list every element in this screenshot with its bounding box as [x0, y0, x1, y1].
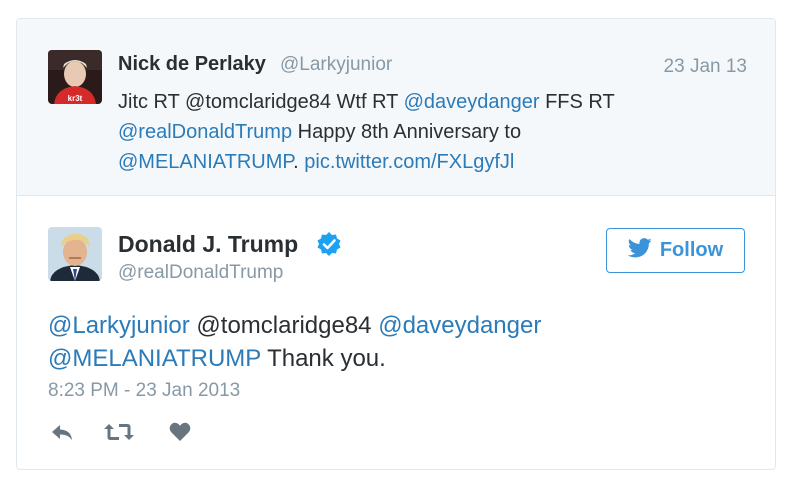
mention-link[interactable]: @daveydanger: [404, 91, 540, 113]
quoted-tweet-text: Jitc RT @tomclaridge84 Wtf RT @daveydang…: [118, 87, 718, 177]
quoted-date[interactable]: 23 Jan 13: [664, 56, 747, 78]
author-handle[interactable]: @realDonaldTrump: [118, 262, 283, 284]
author-avatar[interactable]: [48, 227, 102, 281]
twitter-bird-icon: [627, 237, 652, 264]
tweet-timestamp[interactable]: 8:23 PM - 23 Jan 2013: [48, 380, 240, 402]
quoted-author-handle[interactable]: @Larkyjunior: [280, 54, 392, 76]
tweet-text-part: @tomclaridge84: [189, 312, 379, 339]
quoted-text-part: Happy 8th Anniversary to: [292, 121, 522, 143]
tweet-text-part: Thank you.: [260, 345, 386, 372]
follow-button[interactable]: Follow: [606, 228, 745, 273]
mention-link[interactable]: @daveydanger: [378, 312, 541, 339]
reply-icon[interactable]: [50, 420, 74, 449]
mention-link[interactable]: @MELANIATRUMP: [118, 151, 293, 173]
tweet-text: @Larkyjunior @tomclaridge84 @daveydanger…: [48, 309, 728, 375]
avatar-jersey-text: kr3t: [68, 94, 83, 103]
quoted-text-part: .: [293, 151, 305, 173]
quoted-text-part: Jitc RT @tomclaridge84 Wtf RT: [118, 91, 404, 113]
mention-link[interactable]: @MELANIATRUMP: [48, 345, 261, 372]
retweet-icon[interactable]: [104, 420, 134, 449]
mention-link[interactable]: @Larkyjunior: [48, 312, 190, 339]
verified-badge-icon: [316, 231, 342, 257]
heart-icon[interactable]: [168, 420, 192, 449]
quoted-author-name[interactable]: Nick de Perlaky: [118, 53, 266, 76]
media-link[interactable]: pic.twitter.com/FXLgyfJl: [304, 151, 514, 173]
follow-button-label: Follow: [659, 239, 724, 261]
mention-link[interactable]: @realDonaldTrump: [118, 121, 292, 143]
embedded-tweet-card: kr3t Nick de Perlaky @Larkyjunior 23 Jan…: [16, 18, 776, 470]
quoted-tweet[interactable]: kr3t Nick de Perlaky @Larkyjunior 23 Jan…: [17, 19, 775, 196]
quoted-avatar[interactable]: kr3t: [48, 50, 102, 104]
author-name[interactable]: Donald J. Trump: [118, 231, 298, 258]
quoted-text-part: FFS RT: [539, 91, 615, 113]
